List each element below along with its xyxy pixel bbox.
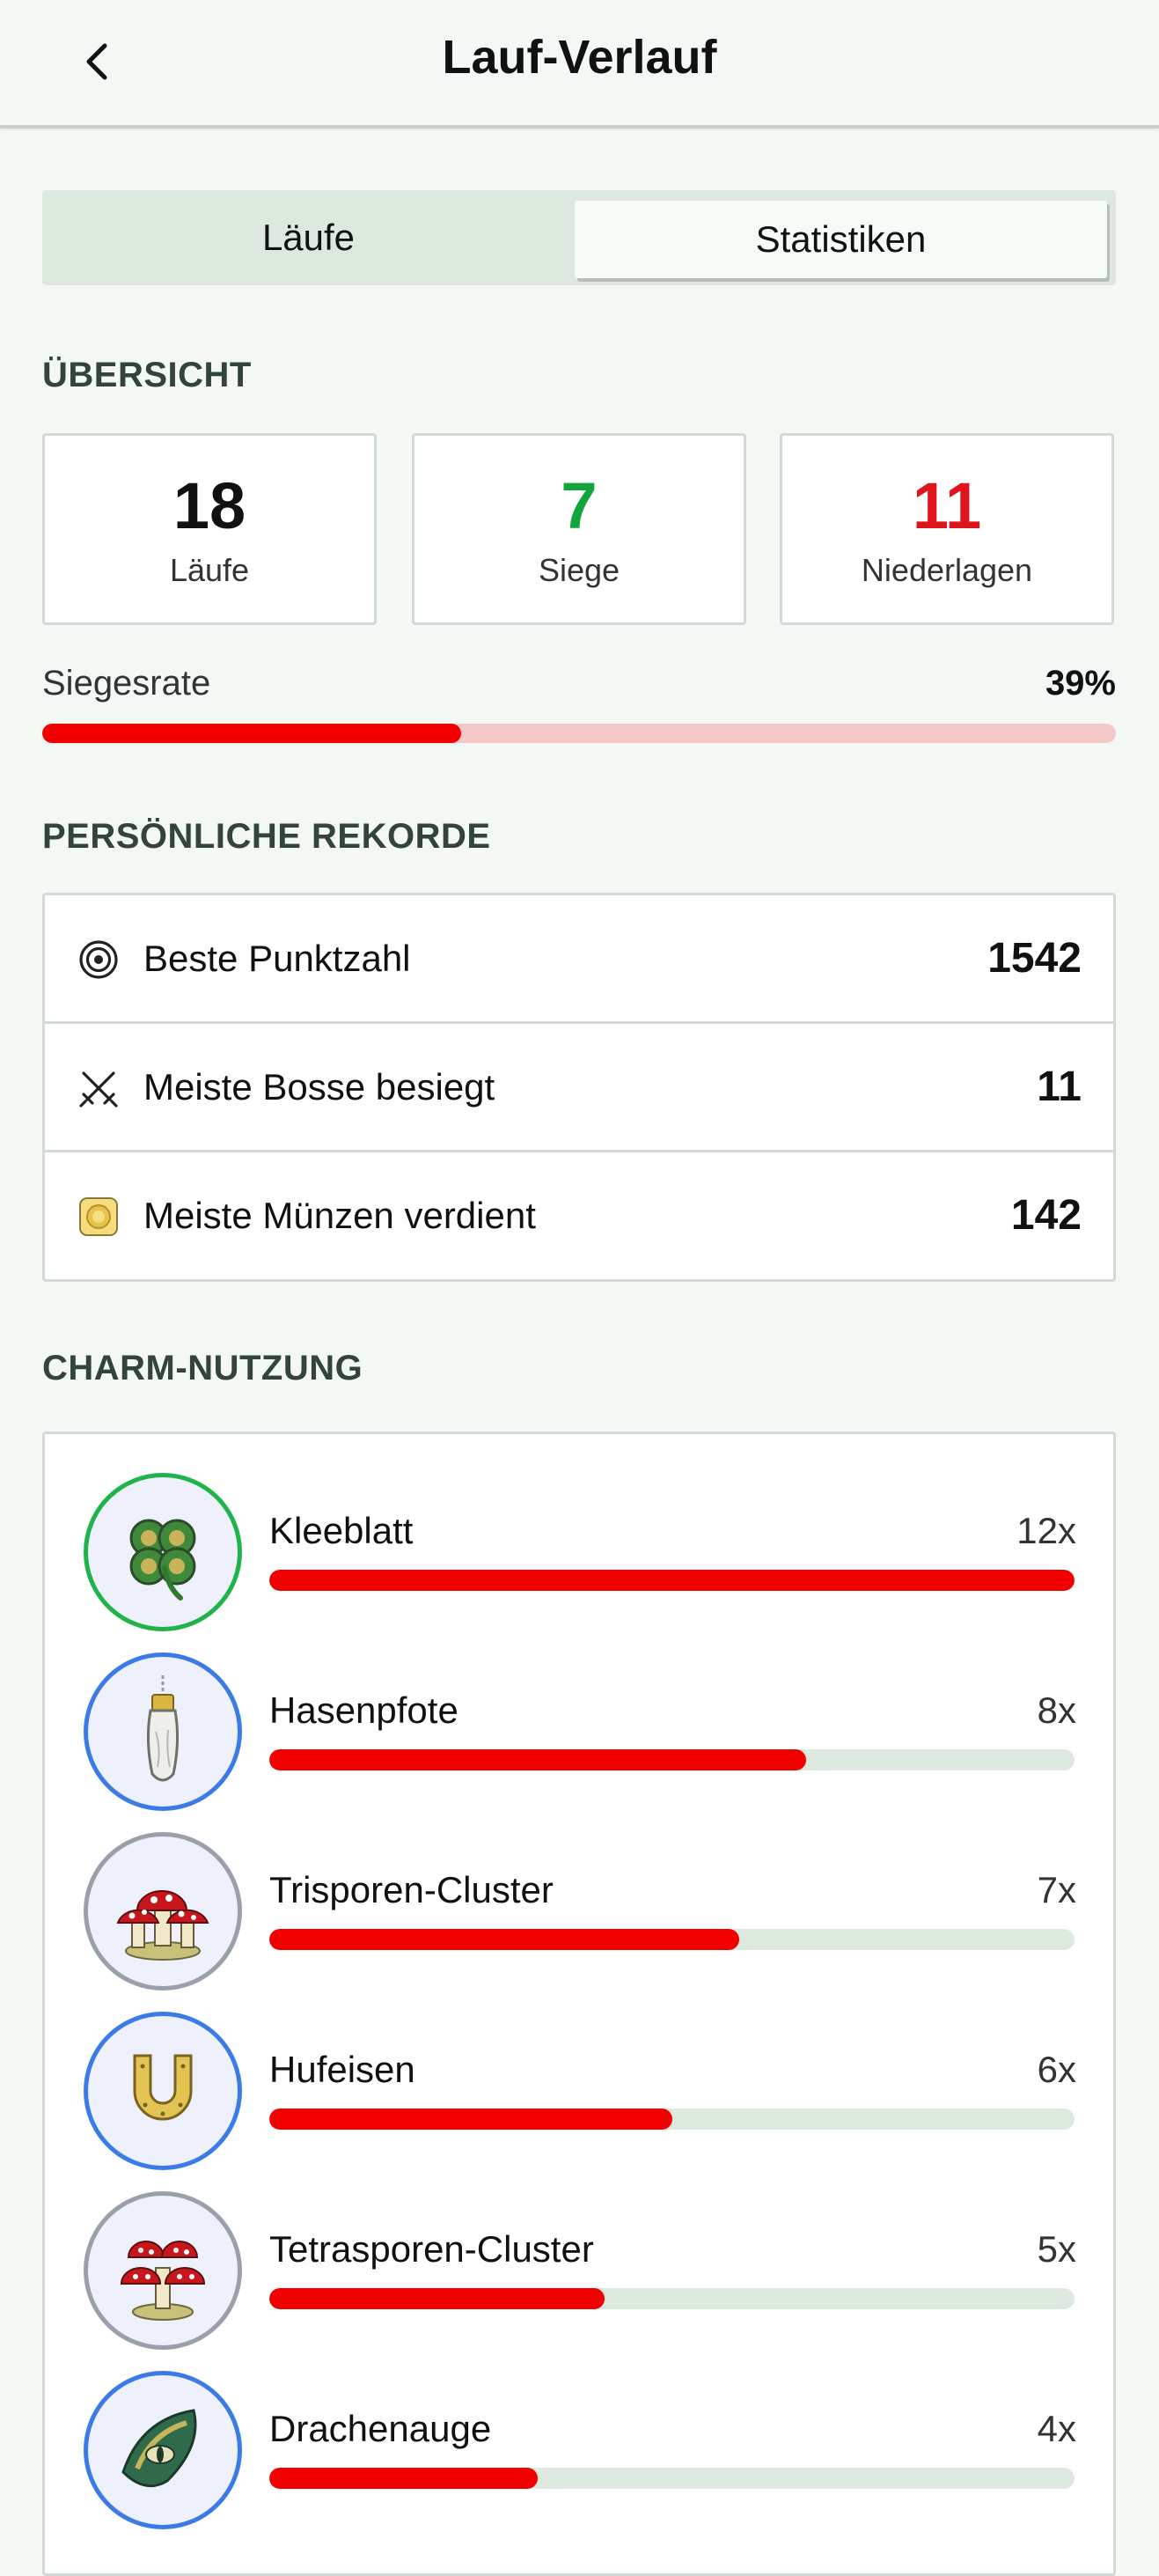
win-rate-fill <box>42 724 461 743</box>
mushroom-cluster-icon <box>84 1832 242 1991</box>
charm-usage-bar <box>269 1749 1075 1770</box>
charm-row: Hufeisen 6x <box>45 2012 1119 2179</box>
charm-usage-fill <box>269 2468 538 2489</box>
mushroom-cluster-icon <box>84 2191 242 2350</box>
stat-label: Siege <box>538 552 620 588</box>
charm-name: Tetrasporen-Cluster <box>269 2228 594 2270</box>
charm-name: Trisporen-Cluster <box>269 1869 554 1910</box>
charm-usage-fill <box>269 1929 739 1950</box>
charm-count: 5x <box>1037 2228 1076 2270</box>
record-value: 142 <box>1010 1192 1082 1239</box>
record-row-coins: Meiste Münzen verdient 142 <box>45 1152 1113 1281</box>
charm-usage-bar <box>269 2288 1075 2309</box>
charm-row: Kleeblatt 12x <box>45 1473 1119 1640</box>
charm-usage-bar <box>269 2109 1075 2130</box>
stat-label: Niederlagen <box>861 552 1033 588</box>
coin-icon <box>79 1197 118 1236</box>
rabbit-foot-icon <box>84 1652 242 1811</box>
stat-value: 18 <box>172 469 246 542</box>
crossed-swords-icon <box>79 1071 118 1108</box>
record-row-bosses: Meiste Bosse besiegt 11 <box>45 1024 1113 1152</box>
stat-card-wins: 7 Siege <box>412 433 746 625</box>
charm-name: Hufeisen <box>269 2049 415 2090</box>
clover-icon <box>84 1473 242 1631</box>
charm-count: 7x <box>1037 1869 1076 1910</box>
charm-usage-list: Kleeblatt 12x Hasenpfote 8x Trisporen-Cl… <box>42 1432 1116 2576</box>
stat-label: Läufe <box>169 552 250 588</box>
win-rate-bar <box>42 724 1116 743</box>
stat-card-runs: 18 Läufe <box>42 433 377 625</box>
charm-count: 6x <box>1037 2049 1076 2090</box>
stat-value: 11 <box>912 469 982 542</box>
overview-heading: ÜBERSICHT <box>42 356 252 394</box>
dragon-eye-icon <box>84 2371 242 2529</box>
record-value: 11 <box>1037 1064 1082 1110</box>
win-rate-label: Siegesrate <box>42 664 211 703</box>
record-label: Meiste Bosse besiegt <box>143 1066 495 1108</box>
records-list: Beste Punktzahl 1542 Meiste Bosse besieg… <box>42 893 1116 1282</box>
win-rate-value: 39% <box>1045 664 1116 703</box>
record-value: 1542 <box>987 935 1082 982</box>
tab-bar: Läufe Statistiken <box>42 190 1116 285</box>
charm-usage-fill <box>269 1749 806 1770</box>
record-row-best-score: Beste Punktzahl 1542 <box>45 895 1113 1024</box>
charm-count: 8x <box>1037 1689 1076 1731</box>
charm-count: 12x <box>1016 1510 1076 1551</box>
tab-statistiken[interactable]: Statistiken <box>575 201 1107 278</box>
charm-usage-fill <box>269 2109 672 2130</box>
record-label: Meiste Münzen verdient <box>143 1195 536 1236</box>
page-title: Lauf-Verlauf <box>442 31 717 84</box>
app-header: Lauf-Verlauf <box>0 0 1159 129</box>
charm-row: Drachenauge 4x <box>45 2371 1119 2538</box>
charms-heading: CHARM-NUTZUNG <box>42 1349 363 1387</box>
charm-usage-bar <box>269 1929 1075 1950</box>
record-label: Beste Punktzahl <box>143 938 411 979</box>
records-heading: PERSÖNLICHE REKORDE <box>42 817 491 856</box>
charm-usage-bar <box>269 2468 1075 2489</box>
charm-usage-fill <box>269 2288 605 2309</box>
stat-card-losses: 11 Niederlagen <box>780 433 1114 625</box>
charm-usage-bar <box>269 1570 1075 1591</box>
charm-count: 4x <box>1037 2408 1076 2449</box>
stat-value: 7 <box>561 469 598 542</box>
charm-name: Drachenauge <box>269 2408 492 2449</box>
charm-name: Kleeblatt <box>269 1510 414 1551</box>
charm-row: Tetrasporen-Cluster 5x <box>45 2191 1119 2359</box>
charm-name: Hasenpfote <box>269 1689 458 1731</box>
tab-laeufe[interactable]: Läufe <box>42 190 575 285</box>
charm-row: Trisporen-Cluster 7x <box>45 1832 1119 1999</box>
horseshoe-icon <box>84 2012 242 2170</box>
charm-row: Hasenpfote 8x <box>45 1652 1119 1820</box>
charm-usage-fill <box>269 1570 1075 1591</box>
target-icon <box>79 940 118 979</box>
